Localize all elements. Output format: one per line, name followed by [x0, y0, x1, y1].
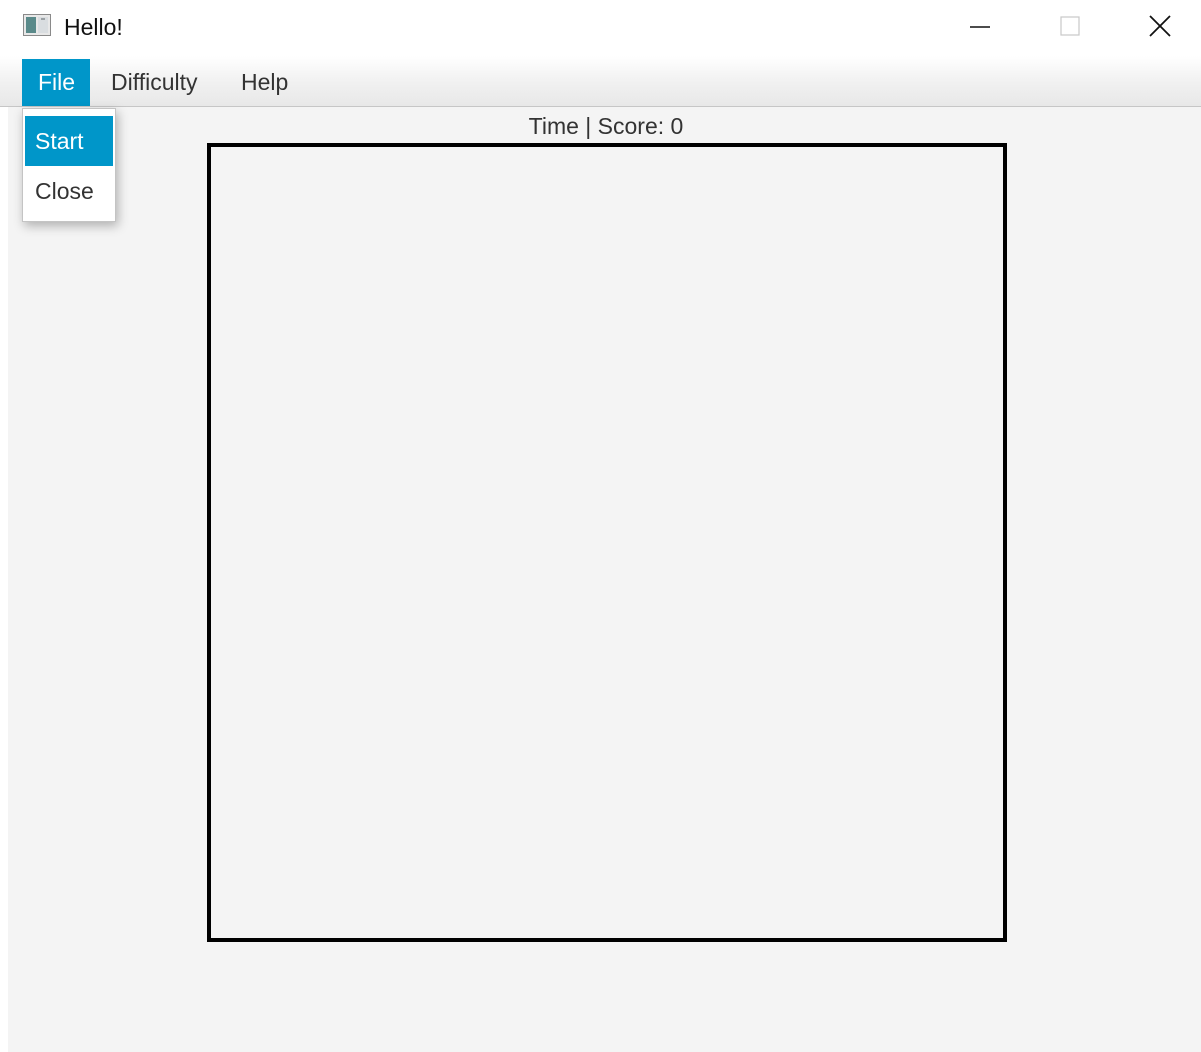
window-left-edge — [0, 106, 8, 1052]
title-bar[interactable]: Hello! — [0, 0, 1201, 56]
menu-difficulty[interactable]: Difficulty — [95, 59, 214, 106]
minimize-button[interactable] — [935, 0, 1025, 56]
game-board-canvas[interactable] — [207, 143, 1007, 942]
maximize-icon — [1058, 14, 1082, 43]
app-window-icon — [23, 14, 51, 36]
menu-help[interactable]: Help — [225, 59, 304, 106]
app-window: Hello! File Difficulty Help Time | Score… — [0, 0, 1201, 1052]
close-window-button[interactable] — [1115, 0, 1201, 56]
window-title: Hello! — [64, 14, 123, 40]
menu-bar: File Difficulty Help — [0, 56, 1201, 107]
file-dropdown-menu: Start Close — [22, 108, 116, 222]
menu-item-start[interactable]: Start — [25, 116, 113, 166]
minimize-icon — [968, 14, 992, 43]
maximize-button[interactable] — [1025, 0, 1115, 56]
close-icon — [1147, 13, 1173, 44]
menu-item-close[interactable]: Close — [25, 166, 113, 216]
menu-file[interactable]: File — [22, 59, 90, 106]
time-score-label: Time | Score: 0 — [528, 113, 684, 139]
